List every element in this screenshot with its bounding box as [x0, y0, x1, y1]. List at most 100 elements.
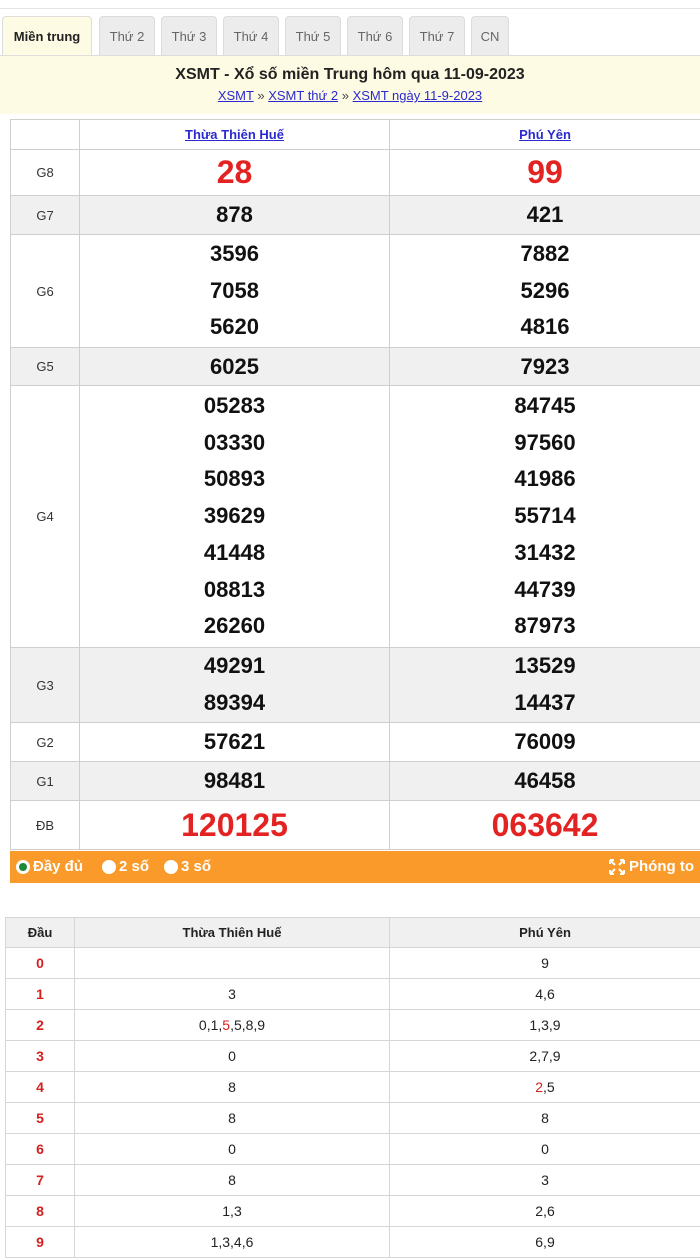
loto-row: 8 1,3 2,6 [5, 1195, 700, 1227]
prize-number: 97560 [514, 429, 576, 455]
loto-header-row: Đầu Thừa Thiên Huế Phú Yên [5, 917, 700, 948]
prize-cell: 7882 5296 4816 [389, 234, 700, 348]
tab-thu-2[interactable]: Thứ 2 [99, 16, 155, 56]
loto-values: 9 [389, 947, 700, 979]
prize-number: 76009 [389, 722, 700, 762]
prize-number: 49291 [203, 653, 266, 679]
tab-thu-7[interactable]: Thứ 7 [409, 16, 465, 56]
prize-number: 31432 [514, 539, 576, 565]
prize-number: 6025 [79, 347, 390, 386]
province-header-phu-yen: Phú Yên [389, 119, 700, 150]
breadcrumb-xsmt-link[interactable]: XSMT [218, 88, 254, 103]
tab-thu-3[interactable]: Thứ 3 [161, 16, 217, 56]
prize-number: 50893 [203, 466, 266, 492]
page-title: XSMT - Xổ số miền Trung hôm qua 11-09-20… [175, 66, 525, 83]
tab-thu-5[interactable]: Thứ 5 [285, 16, 341, 56]
results-header: XSMT - Xổ số miền Trung hôm qua 11-09-20… [0, 56, 700, 114]
prize-number: 7923 [389, 347, 700, 386]
loto-row: 7 8 3 [5, 1164, 700, 1196]
results-table: Thừa Thiên Huế Phú Yên G8 28 99 G7 878 4… [10, 119, 700, 850]
loto-header-dau: Đầu [5, 917, 75, 948]
loto-values [74, 947, 390, 979]
zoom-button[interactable]: Phóng to [609, 858, 694, 875]
prize-label: G8 [10, 149, 80, 196]
loto-value-highlight: 5 [222, 1017, 231, 1033]
prize-number: 4816 [520, 314, 570, 340]
expand-icon [609, 858, 626, 875]
loto-values: 1,3 [74, 1195, 390, 1227]
loto-dau: 8 [5, 1195, 75, 1227]
province-link-thua-thien-hue[interactable]: Thừa Thiên Huế [185, 127, 284, 142]
loto-value-part: 0,1, [198, 1017, 223, 1033]
prize-label: G3 [10, 647, 80, 723]
zoom-label: Phóng to [629, 858, 694, 875]
prize-row-g1: G1 98481 46458 [10, 761, 700, 801]
prize-number: 05283 [203, 392, 266, 418]
loto-values: 8 [74, 1164, 390, 1196]
loto-header-province: Thừa Thiên Huế [74, 917, 390, 948]
prize-number: 39629 [203, 503, 266, 529]
loto-row: 9 1,3,4,6 6,9 [5, 1226, 700, 1258]
top-divider [0, 8, 700, 9]
breadcrumb-xsmt-thu-2-link[interactable]: XSMT thứ 2 [268, 88, 338, 103]
loto-dau: 9 [5, 1226, 75, 1258]
prize-number: 87973 [514, 613, 576, 639]
loto-values: 0 [74, 1040, 390, 1072]
prize-number: 08813 [203, 576, 266, 602]
radio-icon[interactable] [102, 859, 116, 874]
region-tab-bar: Miền trung Thứ 2 Thứ 3 Thứ 4 Thứ 5 Thứ 6… [0, 0, 700, 56]
option-full[interactable]: Đầy đủ [16, 858, 83, 875]
prize-number: 89394 [203, 690, 266, 715]
radio-icon[interactable] [164, 859, 178, 874]
prize-number: 5620 [210, 314, 259, 340]
tab-mien-trung[interactable]: Miền trung [2, 16, 92, 56]
prize-number: 57621 [79, 722, 390, 762]
loto-values: 0 [389, 1133, 700, 1165]
breadcrumb-separator: » [257, 88, 265, 103]
tab-thu-6[interactable]: Thứ 6 [347, 16, 403, 56]
prize-row-g8: G8 28 99 [10, 149, 700, 196]
prize-number: 878 [79, 195, 390, 235]
prize-label: G6 [10, 234, 80, 348]
loto-value-part: ,5 [543, 1079, 555, 1095]
loto-values: 3 [389, 1164, 700, 1196]
prize-number: 5296 [520, 277, 570, 303]
loto-dau: 2 [5, 1009, 75, 1041]
loto-values: 6,9 [389, 1226, 700, 1258]
loto-values: 8 [74, 1102, 390, 1134]
prize-number: 44739 [514, 576, 576, 602]
loto-values: 0,1,5,5,8,9 [74, 1009, 390, 1041]
loto-row: 3 0 2,7,9 [5, 1040, 700, 1072]
results-header-row: Thừa Thiên Huế Phú Yên [10, 119, 700, 150]
prize-label: G7 [10, 195, 80, 235]
prize-row-g2: G2 57621 76009 [10, 722, 700, 762]
loto-head-table: Đầu Thừa Thiên Huế Phú Yên 0 9 1 3 4,6 2… [5, 917, 700, 1258]
loto-dau: 1 [5, 978, 75, 1010]
option-two-digits[interactable]: 2 số [102, 858, 149, 875]
special-prize-number: 063642 [389, 800, 700, 850]
option-two-digits-label: 2 số [119, 858, 150, 875]
option-three-digits-label: 3 số [181, 858, 212, 875]
prize-number: 41986 [514, 466, 576, 492]
prize-label: G2 [10, 722, 80, 762]
province-link-phu-yen[interactable]: Phú Yên [519, 127, 571, 142]
loto-values: 2,6 [389, 1195, 700, 1227]
prize-number: 28 [79, 149, 390, 196]
loto-value-highlight: 2 [535, 1079, 544, 1095]
prize-row-g3: G3 49291 89394 13529 14437 [10, 647, 700, 723]
prize-cell: 13529 14437 [389, 647, 700, 723]
option-three-digits[interactable]: 3 số [164, 858, 211, 875]
breadcrumb-xsmt-date-link[interactable]: XSMT ngày 11-9-2023 [353, 88, 483, 103]
prize-row-g5: G5 6025 7923 [10, 347, 700, 386]
loto-dau: 4 [5, 1071, 75, 1103]
prize-number: 84745 [514, 392, 576, 418]
loto-row: 4 8 2,5 [5, 1071, 700, 1103]
loto-dau: 6 [5, 1133, 75, 1165]
loto-row: 0 9 [5, 947, 700, 979]
province-header-thua-thien-hue: Thừa Thiên Huế [79, 119, 390, 150]
loto-values: 2,5 [389, 1071, 700, 1103]
tab-thu-4[interactable]: Thứ 4 [223, 16, 279, 56]
loto-row: 6 0 0 [5, 1133, 700, 1165]
tab-chu-nhat[interactable]: CN [471, 16, 509, 56]
radio-selected-icon[interactable] [16, 859, 30, 874]
